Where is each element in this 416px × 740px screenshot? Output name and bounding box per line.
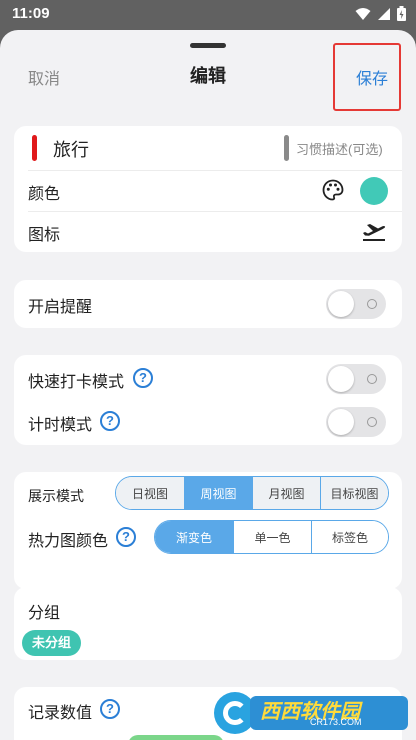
habit-info-card: 旅行 习惯描述(可选) 颜色 图标 (14, 126, 402, 252)
mode-option-month[interactable]: 月视图 (252, 477, 320, 509)
record-toggle-partial[interactable] (128, 735, 224, 740)
heatmap-option-tag[interactable]: 标签色 (311, 521, 388, 553)
signal-icon (378, 7, 390, 20)
drag-handle[interactable] (190, 43, 226, 48)
display-card: 展示模式 日视图 周视图 月视图 目标视图 热力图颜色 ? 渐变色 单一色 标签… (14, 472, 402, 589)
palette-icon[interactable] (321, 178, 345, 202)
mode-option-week[interactable]: 周视图 (184, 477, 252, 509)
toggle-knob (328, 409, 354, 435)
name-marker (32, 135, 37, 161)
icon-label: 图标 (28, 227, 61, 244)
toggle-off-indicator (367, 417, 377, 427)
watermark-sub-text: CR173.COM (310, 717, 362, 727)
color-label: 颜色 (28, 186, 61, 203)
description-input[interactable]: 习惯描述(可选) (296, 139, 383, 158)
record-help-icon[interactable]: ? (100, 699, 120, 719)
watermark: 西西软件园 CR173.COM (214, 690, 410, 736)
modes-card: 快速打卡模式 ? 计时模式 ? (14, 355, 402, 445)
toggle-off-indicator (367, 374, 377, 384)
color-row[interactable]: 颜色 (14, 171, 402, 211)
battery-icon (397, 6, 406, 21)
timer-toggle[interactable] (326, 407, 386, 437)
mode-option-day[interactable]: 日视图 (116, 477, 184, 509)
habit-name-input[interactable]: 旅行 (53, 136, 89, 162)
group-label: 分组 (28, 605, 61, 622)
status-icons (355, 6, 406, 21)
group-card: 分组 未分组 (14, 587, 402, 660)
heatmap-color-label: 热力图颜色 (28, 533, 109, 550)
edit-sheet: 取消 编辑 保存 旅行 习惯描述(可选) 颜色 图标 开启提醒 快速打卡模式 ?… (0, 30, 416, 740)
reminder-card: 开启提醒 (14, 280, 402, 328)
heatmap-option-gradient[interactable]: 渐变色 (155, 521, 233, 553)
quick-checkin-label: 快速打卡模式 (28, 374, 125, 391)
description-marker (284, 135, 289, 161)
reminder-label: 开启提醒 (28, 299, 93, 316)
wifi-icon (355, 7, 371, 20)
icon-row[interactable]: 图标 (14, 212, 402, 252)
toggle-off-indicator (367, 299, 377, 309)
quick-checkin-help-icon[interactable]: ? (133, 368, 153, 388)
quick-checkin-toggle[interactable] (326, 364, 386, 394)
save-button[interactable]: 保存 (356, 65, 388, 89)
heatmap-color-selector[interactable]: 渐变色 单一色 标签色 (154, 520, 389, 554)
toggle-knob (328, 291, 354, 317)
watermark-text-box: 西西软件园 CR173.COM (250, 696, 408, 730)
reminder-toggle[interactable] (326, 289, 386, 319)
habit-name-row: 旅行 习惯描述(可选) (14, 126, 402, 168)
color-swatch[interactable] (360, 177, 388, 205)
status-bar: 11:09 (0, 0, 416, 30)
timer-help-icon[interactable]: ? (100, 411, 120, 431)
toggle-knob (328, 366, 354, 392)
status-time: 11:09 (12, 5, 50, 22)
heatmap-option-single[interactable]: 单一色 (233, 521, 311, 553)
timer-label: 计时模式 (28, 417, 93, 434)
heatmap-help-icon[interactable]: ? (116, 527, 136, 547)
display-mode-label: 展示模式 (28, 488, 84, 504)
display-mode-selector[interactable]: 日视图 周视图 月视图 目标视图 (115, 476, 389, 510)
mode-option-goal[interactable]: 目标视图 (320, 477, 388, 509)
airplane-takeoff-icon[interactable] (361, 218, 387, 242)
record-value-label: 记录数值 (28, 705, 93, 722)
group-chip[interactable]: 未分组 (22, 630, 82, 656)
